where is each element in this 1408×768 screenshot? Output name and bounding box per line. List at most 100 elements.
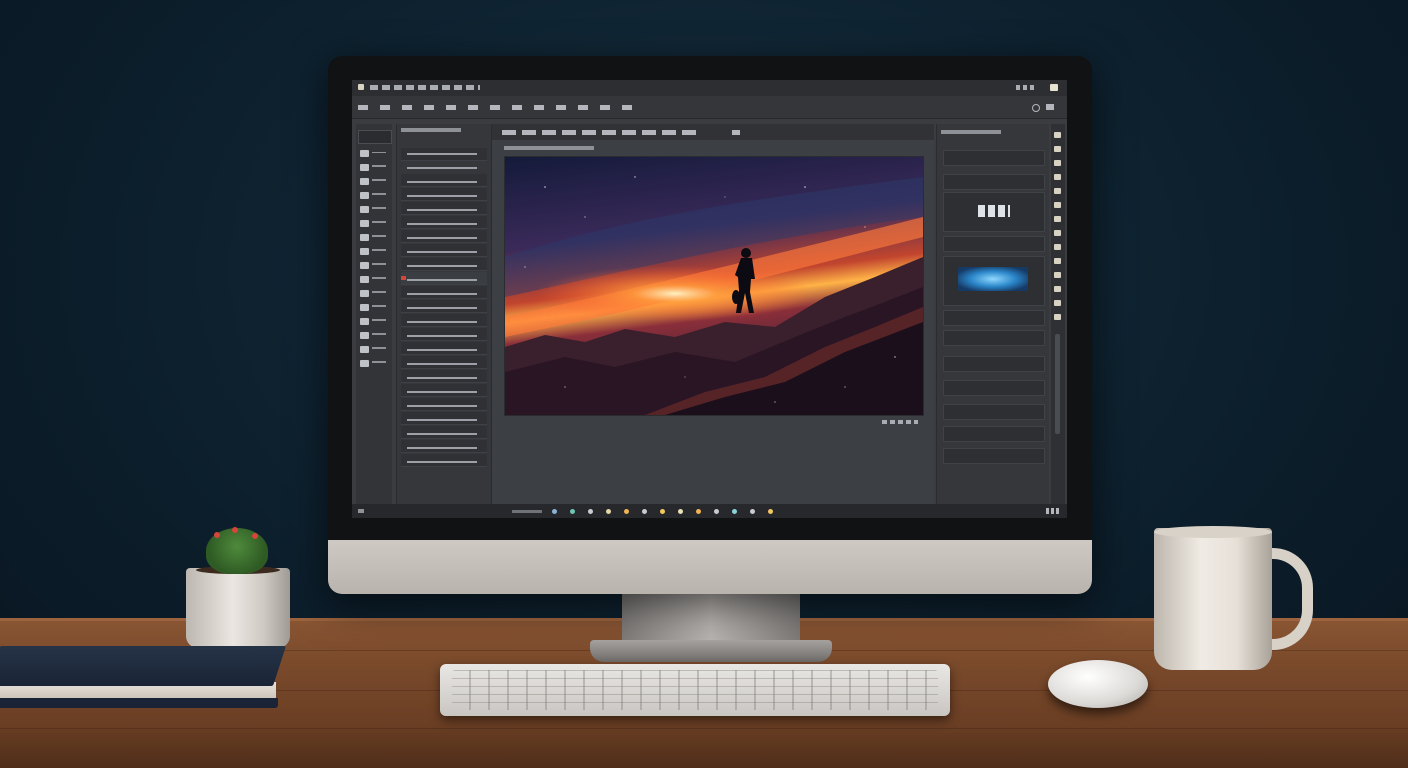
dodge-tool-icon[interactable] <box>360 276 369 283</box>
workspace-icon[interactable] <box>1046 104 1054 110</box>
desk-grain <box>0 728 1408 729</box>
panel-icon[interactable] <box>1054 286 1061 292</box>
navigator-thumbnail[interactable] <box>958 267 1028 291</box>
panel-icon[interactable] <box>1054 174 1061 180</box>
monitor-stand-neck <box>622 594 800 644</box>
lasso-tool-icon[interactable] <box>360 178 369 185</box>
readout-digits <box>978 205 1010 217</box>
window-controls[interactable] <box>1016 85 1036 90</box>
dock-icon[interactable] <box>642 509 647 514</box>
pen-tool-icon[interactable] <box>360 290 369 297</box>
dock-icon[interactable] <box>570 509 575 514</box>
clone-tool-icon[interactable] <box>360 234 369 241</box>
zoom-controls[interactable] <box>882 420 918 424</box>
color-swatch-icon[interactable] <box>360 360 369 367</box>
tray-icons[interactable] <box>1046 508 1060 514</box>
marquee-tool-icon[interactable] <box>360 164 369 171</box>
layers-panel-title <box>401 128 461 132</box>
app-icon <box>358 84 364 90</box>
dock-icon[interactable] <box>732 509 737 514</box>
property-row[interactable] <box>943 380 1045 396</box>
monitor-chin <box>328 540 1092 594</box>
keyboard-keys <box>452 670 938 710</box>
panel-icon[interactable] <box>1054 132 1061 138</box>
dock-icon[interactable] <box>678 509 683 514</box>
notebook-cover-bottom <box>0 698 278 708</box>
crop-tool-icon[interactable] <box>360 192 369 199</box>
document-tab[interactable] <box>502 130 702 135</box>
title-text-placeholder <box>370 85 480 90</box>
panel-icon[interactable] <box>1054 216 1061 222</box>
brush-tool-icon[interactable] <box>360 220 369 227</box>
dock-icon[interactable] <box>660 509 665 514</box>
dock-icon[interactable] <box>696 509 701 514</box>
document-tabs <box>492 124 934 140</box>
notebook-cover <box>0 646 287 686</box>
property-row[interactable] <box>943 310 1045 326</box>
panel-icon[interactable] <box>1054 230 1061 236</box>
property-row[interactable] <box>943 150 1045 166</box>
dock-icon[interactable] <box>606 509 611 514</box>
space-sunset-illustration <box>505 157 923 415</box>
move-tool-icon[interactable] <box>360 150 369 157</box>
dock-icon[interactable] <box>588 509 593 514</box>
cactus-flower <box>214 532 220 538</box>
status-text <box>512 510 542 513</box>
panel-icon[interactable] <box>1054 160 1061 166</box>
property-row[interactable] <box>943 236 1045 252</box>
properties-panel <box>936 124 1049 504</box>
canvas-image <box>504 156 924 416</box>
zoom-tool-icon[interactable] <box>360 346 369 353</box>
panel-icon[interactable] <box>1054 258 1061 264</box>
hand-tool-icon[interactable] <box>360 332 369 339</box>
search-icon[interactable] <box>1032 104 1040 112</box>
mouse <box>1048 660 1148 708</box>
panel-icon-strip <box>1051 124 1065 504</box>
dock-icon[interactable] <box>714 509 719 514</box>
gradient-tool-icon[interactable] <box>360 262 369 269</box>
panel-icon[interactable] <box>1054 314 1061 320</box>
canvas-info <box>504 146 594 150</box>
cactus-flower <box>252 533 258 539</box>
type-tool-icon[interactable] <box>360 304 369 311</box>
layer-names-placeholder <box>407 152 477 468</box>
property-row[interactable] <box>943 426 1045 442</box>
dock-icon[interactable] <box>750 509 755 514</box>
navigator-preview <box>943 256 1045 306</box>
property-row[interactable] <box>943 330 1045 346</box>
dock-icon[interactable] <box>624 509 629 514</box>
plant-pot <box>186 568 290 648</box>
property-row[interactable] <box>943 174 1045 190</box>
shape-tool-icon[interactable] <box>360 318 369 325</box>
keyboard <box>440 664 950 716</box>
status-bar <box>352 504 1067 518</box>
cactus-flower <box>232 527 238 533</box>
menu-bar <box>352 96 1067 119</box>
panel-icon[interactable] <box>1054 188 1061 194</box>
property-row[interactable] <box>943 356 1045 372</box>
panel-icon[interactable] <box>1054 272 1061 278</box>
panel-icon[interactable] <box>1054 146 1061 152</box>
layer-visibility-icon[interactable] <box>401 276 406 280</box>
close-icon[interactable] <box>1050 84 1058 91</box>
status-icon <box>358 509 364 513</box>
scrollbar[interactable] <box>1055 334 1060 434</box>
property-row[interactable] <box>943 448 1045 464</box>
panel-icon[interactable] <box>1054 202 1061 208</box>
mug-rim <box>1154 526 1272 538</box>
properties-title <box>941 130 1001 134</box>
panel-icon[interactable] <box>1054 300 1061 306</box>
eraser-tool-icon[interactable] <box>360 248 369 255</box>
dock-icon[interactable] <box>552 509 557 514</box>
eyedropper-tool-icon[interactable] <box>360 206 369 213</box>
panel-icon[interactable] <box>1054 244 1061 250</box>
menu-items[interactable] <box>358 105 638 110</box>
canvas-area <box>492 124 934 504</box>
tool-panel-header <box>358 130 392 144</box>
coffee-mug <box>1154 528 1272 670</box>
tab-close-icon[interactable] <box>732 130 740 135</box>
layers-panel <box>396 124 492 504</box>
property-row[interactable] <box>943 404 1045 420</box>
tool-labels-placeholder <box>372 152 386 372</box>
dock-icon[interactable] <box>768 509 773 514</box>
